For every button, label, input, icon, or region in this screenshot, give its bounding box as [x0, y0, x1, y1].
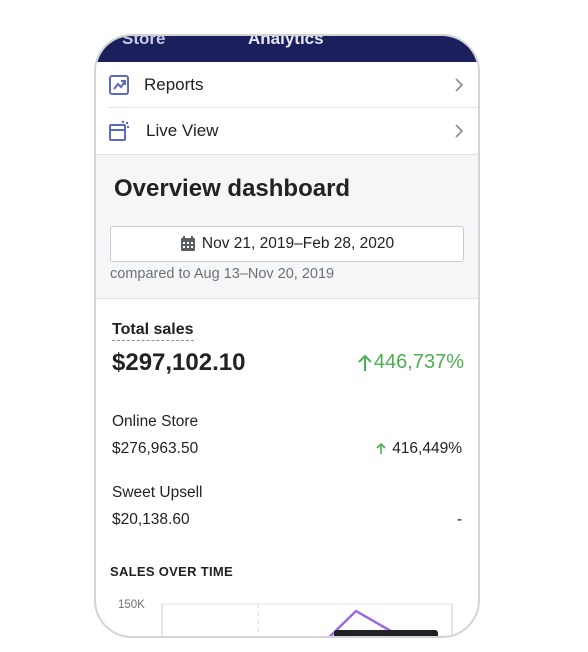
reports-icon: [109, 74, 129, 95]
total-sales-label[interactable]: Total sales: [112, 321, 194, 341]
overview-header: Overview dashboard Nov 21, 2019–Feb 28, …: [96, 154, 478, 299]
chevron-right-icon: [455, 77, 464, 92]
channel-change: -: [456, 511, 462, 528]
total-sales-change-value: 446,737%: [373, 351, 464, 373]
channel-value: $20,138.60: [112, 511, 190, 528]
phone-frame: Store Analytics Reports Live View Overvi…: [94, 34, 480, 638]
live-view-icon: [109, 120, 130, 141]
nav-item-live-view[interactable]: Live View: [96, 108, 478, 153]
calendar-icon: [180, 236, 195, 251]
tooltip: [334, 630, 438, 636]
total-sales-value: $297,102.10: [112, 349, 246, 376]
total-sales-change: 446,737%: [358, 351, 464, 374]
nav-item-reports[interactable]: Reports: [96, 62, 478, 107]
channel-change: 416,449%: [376, 440, 462, 458]
screen-title: Analytics: [248, 34, 324, 48]
arrow-up-icon: [376, 443, 386, 454]
channel-name: Sweet Upsell: [112, 484, 203, 501]
channel-change-value: 416,449%: [392, 440, 462, 457]
top-navigation-bar: Store Analytics: [96, 36, 478, 62]
y-axis-tick-label: 150K: [118, 599, 145, 611]
date-range-button[interactable]: Nov 21, 2019–Feb 28, 2020: [110, 226, 464, 262]
sales-over-time-chart: 150K: [118, 599, 453, 636]
comparison-text: compared to Aug 13–Nov 20, 2019: [110, 266, 335, 282]
page-title: Overview dashboard: [114, 175, 351, 202]
nav-item-label: Live View: [146, 120, 219, 140]
nav-item-label: Reports: [144, 74, 204, 94]
back-link[interactable]: Store: [122, 36, 165, 49]
arrow-up-icon: [358, 354, 372, 371]
section-title: SALES OVER TIME: [110, 564, 233, 579]
date-range-label: Nov 21, 2019–Feb 28, 2020: [201, 235, 395, 252]
channel-name: Online Store: [112, 413, 199, 430]
channel-value: $276,963.50: [112, 440, 199, 457]
chevron-right-icon: [455, 123, 464, 138]
